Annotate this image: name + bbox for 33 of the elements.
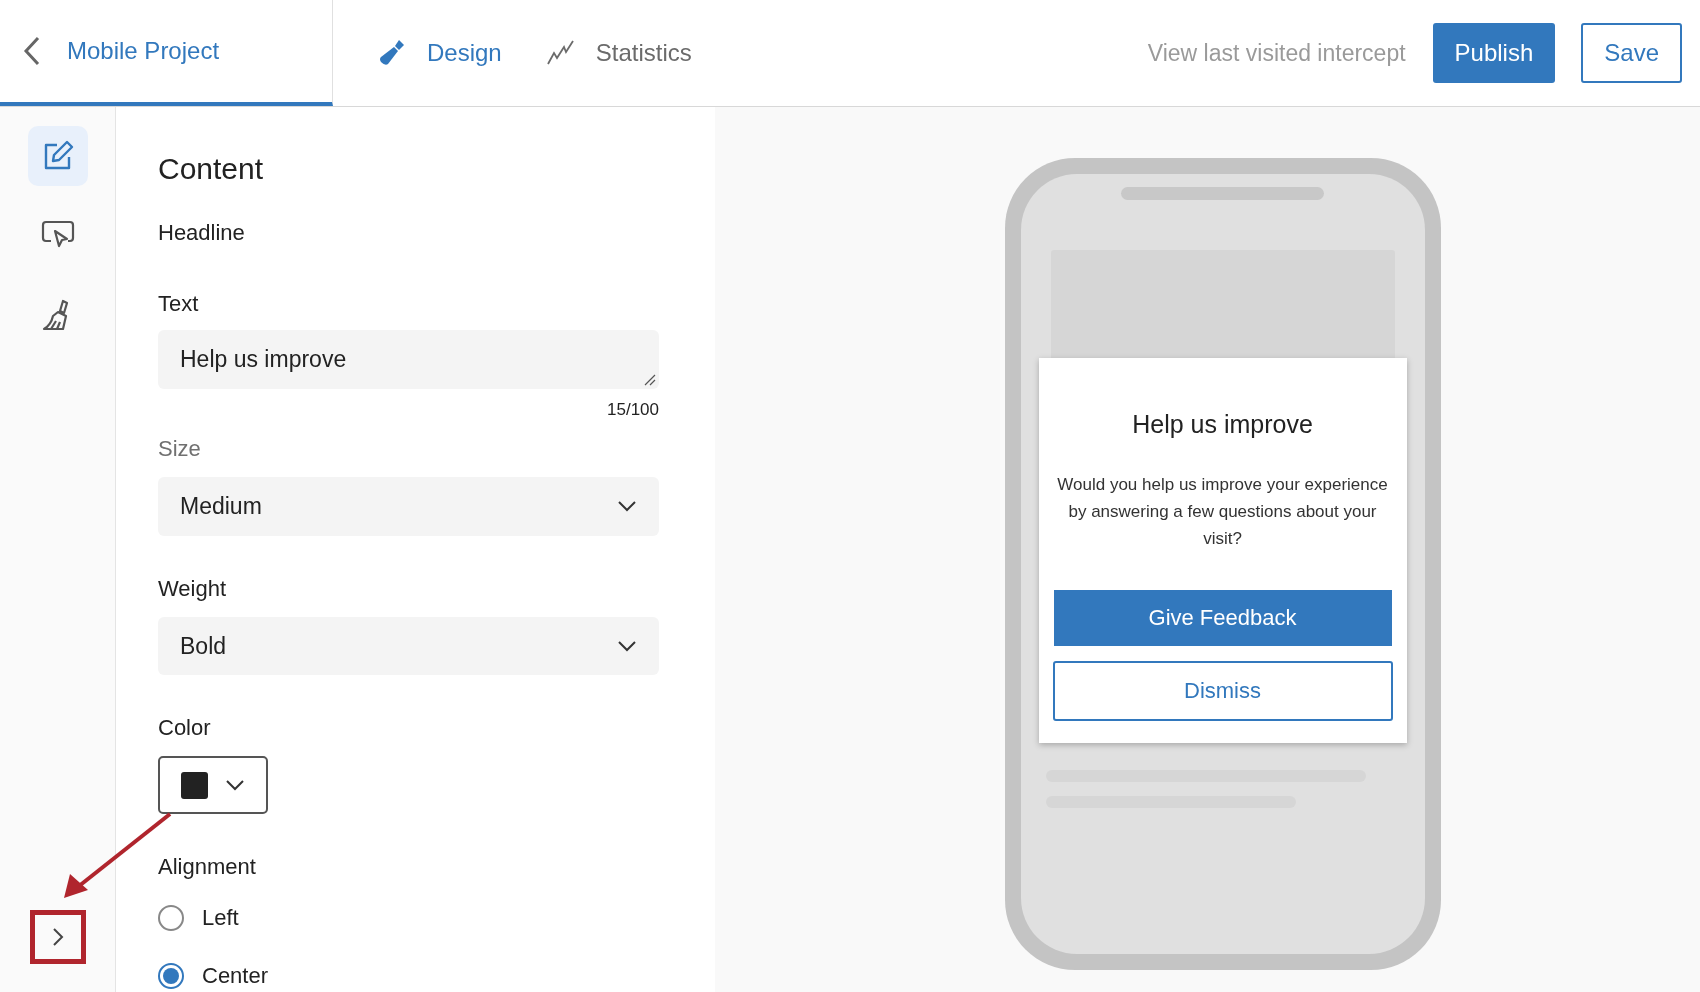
field-label: Alignment (158, 853, 257, 881)
nav-tab[interactable]: Design (377, 35, 502, 71)
expand-button[interactable] (29, 910, 86, 964)
field-label: Size (158, 435, 202, 464)
size-select[interactable]: Medium (158, 477, 659, 536)
rail-button[interactable] (27, 126, 88, 186)
chevron-down-icon (617, 500, 637, 513)
field-label: Color (158, 714, 212, 743)
alignment-radio[interactable]: Left (158, 901, 659, 934)
intercept-body: Would you help us improve your experience by answering a few questions about your visit? (1056, 473, 1389, 550)
chevron-right-icon (51, 927, 64, 947)
section-heading: Headline (158, 219, 246, 247)
back-icon[interactable] (22, 36, 42, 66)
project-title[interactable]: Mobile Project (67, 33, 220, 69)
nav-tab[interactable]: Statistics (545, 35, 692, 71)
publish-button[interactable]: Publish (1432, 23, 1556, 83)
color-picker[interactable] (158, 756, 268, 814)
weight-select[interactable]: Bold (158, 616, 659, 676)
alignment-radio[interactable]: Center (158, 959, 659, 992)
panel-title: Content (158, 151, 265, 187)
character-counter: 15/100 (607, 398, 659, 421)
dismiss-button[interactable]: Dismiss (1052, 660, 1393, 721)
intercept-headline: Help us improve (1132, 409, 1313, 440)
save-button[interactable]: Save (1581, 23, 1682, 83)
view-intercept-link[interactable]: View last visited intercept (1147, 35, 1406, 71)
field-label: Text (158, 290, 200, 318)
field-label: Weight (158, 574, 228, 603)
give-feedback-button[interactable]: Give Feedback (1053, 589, 1392, 646)
headline-text-field[interactable]: Help us improve (158, 330, 659, 389)
chevron-down-icon (225, 779, 245, 792)
chevron-down-icon (617, 640, 637, 652)
resize-handle-icon[interactable] (644, 373, 656, 386)
brush-icon (377, 38, 407, 68)
